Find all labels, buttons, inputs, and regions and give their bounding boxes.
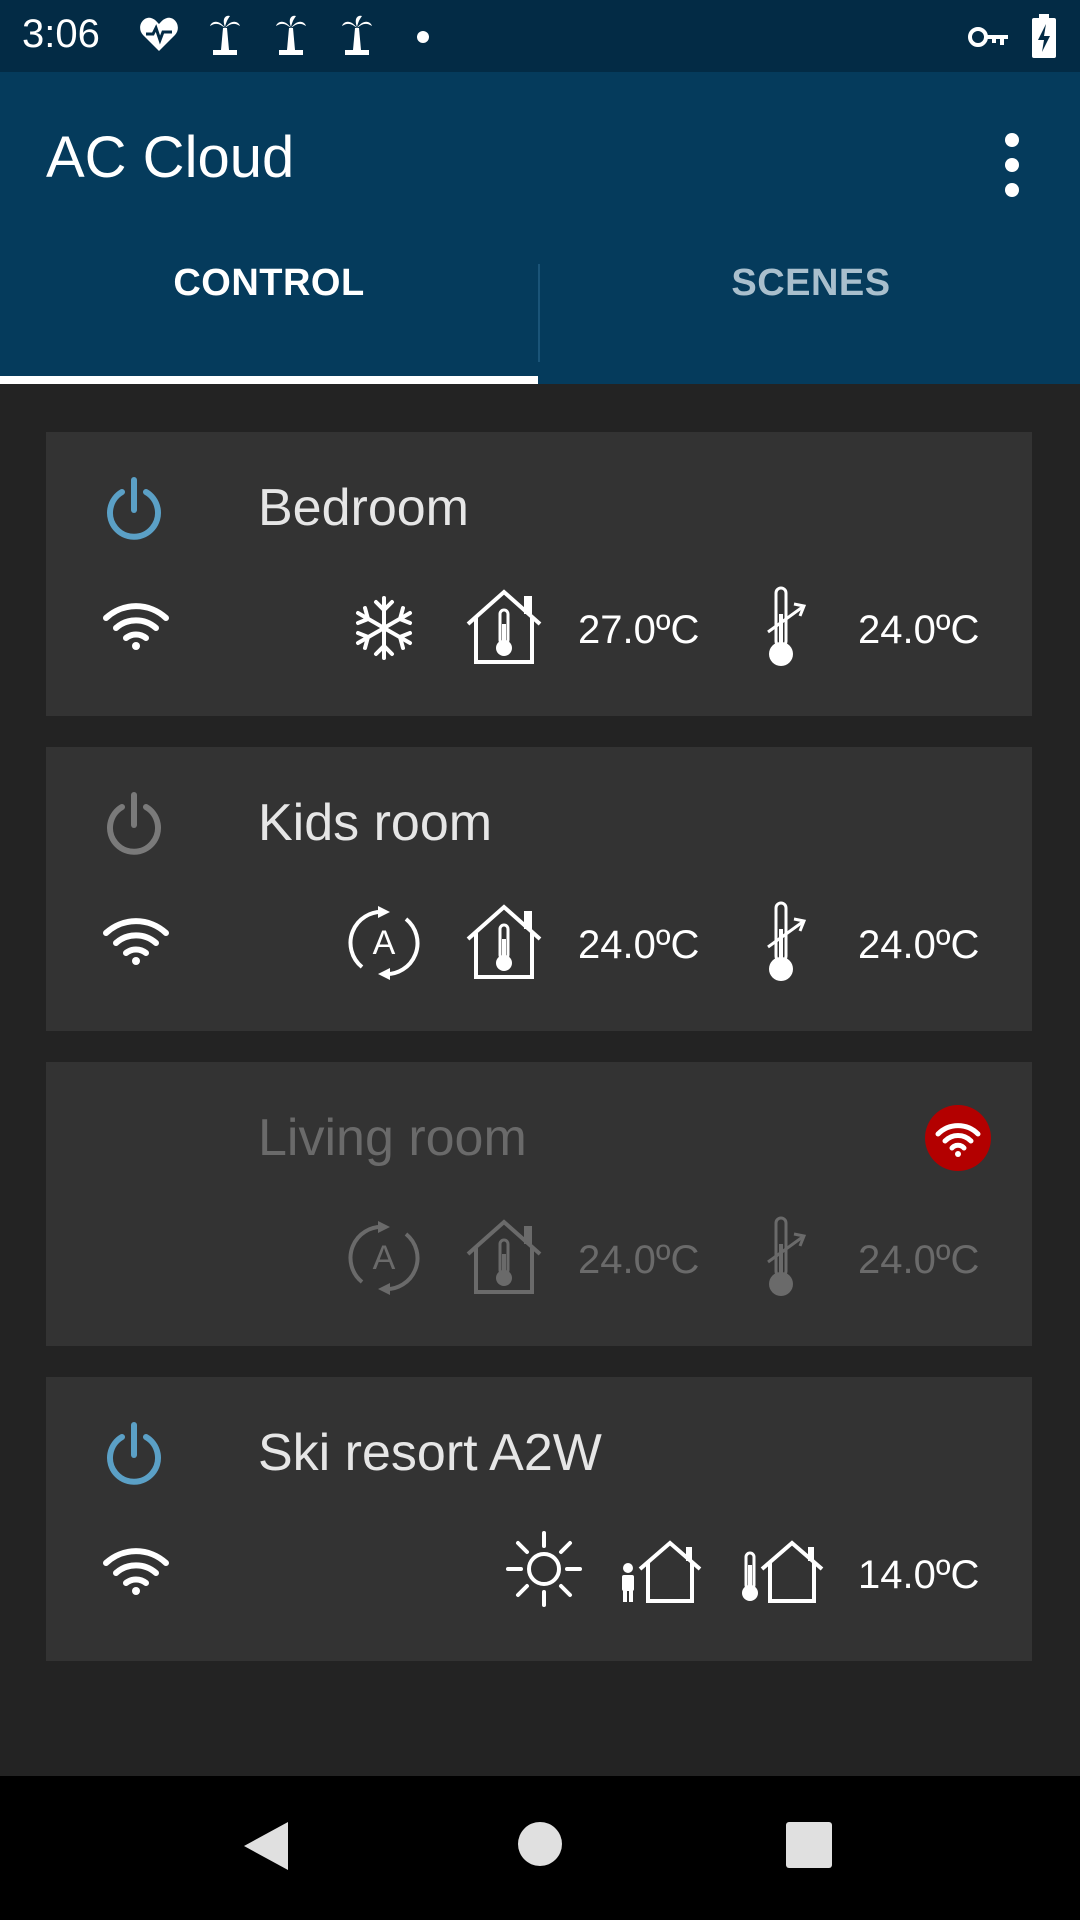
set-temperature: 24.0ºC [858, 1238, 980, 1282]
indoor-temperature-icon [466, 904, 542, 979]
indoor-temperature: 24.0ºC [578, 923, 700, 967]
vpn-key-icon [968, 27, 1008, 47]
indoor-temperature-icon [466, 1219, 542, 1294]
device-card-ski-resort-a2w[interactable]: Ski resort A2W 14.0ºC [46, 1377, 1032, 1661]
palm-tree-icon [342, 15, 372, 55]
svg-text:A: A [373, 924, 396, 962]
indoor-temperature-icon [466, 589, 542, 664]
status-time: 3:06 [22, 12, 100, 56]
recents-icon[interactable] [786, 1822, 832, 1868]
set-temperature: 24.0ºC [858, 608, 980, 652]
device-name: Bedroom [258, 479, 469, 537]
auto-mode-icon: A [348, 906, 420, 980]
dot-icon [417, 31, 429, 43]
sun-icon [506, 1531, 582, 1607]
set-temperature-icon [767, 901, 807, 981]
set-temperature-icon [767, 586, 807, 666]
tab-indicator [0, 376, 538, 384]
power-icon[interactable] [104, 476, 164, 540]
tab-scenes[interactable]: SCENES [542, 262, 1080, 322]
battery-charging-icon [1032, 14, 1056, 58]
wifi-icon [103, 918, 169, 965]
tab-control[interactable]: CONTROL [0, 262, 538, 322]
power-icon[interactable] [104, 1421, 164, 1485]
wifi-offline-icon[interactable] [924, 1104, 992, 1172]
home-icon[interactable] [516, 1820, 564, 1868]
svg-text:A: A [373, 1239, 396, 1277]
palm-tree-icon [276, 15, 306, 55]
app-bar: AC Cloud CONTROL SCENES [0, 72, 1080, 384]
tab-divider [538, 264, 540, 362]
wifi-icon [103, 603, 169, 650]
device-name: Ski resort A2W [258, 1424, 602, 1482]
thermometer-home-icon [742, 1540, 824, 1603]
status-bar: 3:06 [0, 0, 1080, 72]
navigation-bar [0, 1776, 1080, 1920]
device-card-living-room[interactable]: Living room A 24.0ºC 24.0ºC [46, 1062, 1032, 1346]
set-temperature-icon [767, 1216, 807, 1296]
back-icon[interactable] [242, 1820, 290, 1872]
overflow-menu-icon[interactable] [990, 130, 1034, 200]
heart-pulse-icon [140, 17, 178, 51]
device-name: Kids room [258, 794, 493, 852]
device-card-kids-room[interactable]: Kids room A 24.0ºC 24.0ºC [46, 747, 1032, 1031]
device-name: Living room [258, 1109, 527, 1167]
app-title: AC Cloud [46, 125, 295, 190]
indoor-temperature: 24.0ºC [578, 1238, 700, 1282]
device-card-bedroom[interactable]: Bedroom 27.0ºC 24.0ºC [46, 432, 1032, 716]
set-temperature: 24.0ºC [858, 923, 980, 967]
set-temperature: 14.0ºC [858, 1553, 980, 1597]
palm-tree-icon [210, 15, 240, 55]
power-icon[interactable] [104, 791, 164, 855]
indoor-temperature: 27.0ºC [578, 608, 700, 652]
snowflake-icon [356, 596, 412, 660]
person-home-icon [622, 1540, 702, 1603]
auto-mode-icon: A [348, 1221, 420, 1295]
wifi-icon [103, 1548, 169, 1595]
